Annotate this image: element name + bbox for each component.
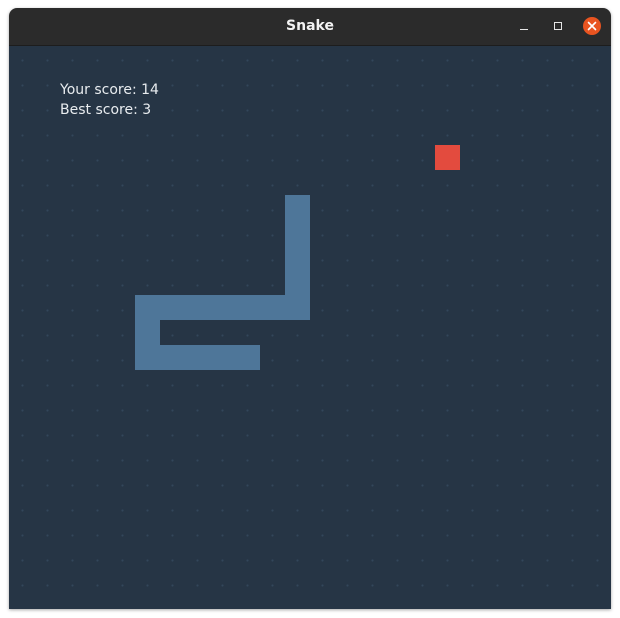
snake-segment <box>135 295 310 320</box>
game-window: Snake Your score: 14 Best score: 3 <box>9 8 611 609</box>
close-x-glyph <box>587 21 597 31</box>
minimize-icon[interactable] <box>515 17 533 35</box>
close-icon[interactable] <box>583 17 601 35</box>
maximize-icon[interactable] <box>549 17 567 35</box>
snake-segment <box>135 345 260 370</box>
game-board[interactable]: Your score: 14 Best score: 3 <box>9 46 611 609</box>
best-score: Best score: 3 <box>60 102 152 118</box>
title-bar[interactable]: Snake <box>9 8 611 46</box>
current-score: Your score: 14 <box>60 82 159 98</box>
food-pellet <box>435 145 460 170</box>
